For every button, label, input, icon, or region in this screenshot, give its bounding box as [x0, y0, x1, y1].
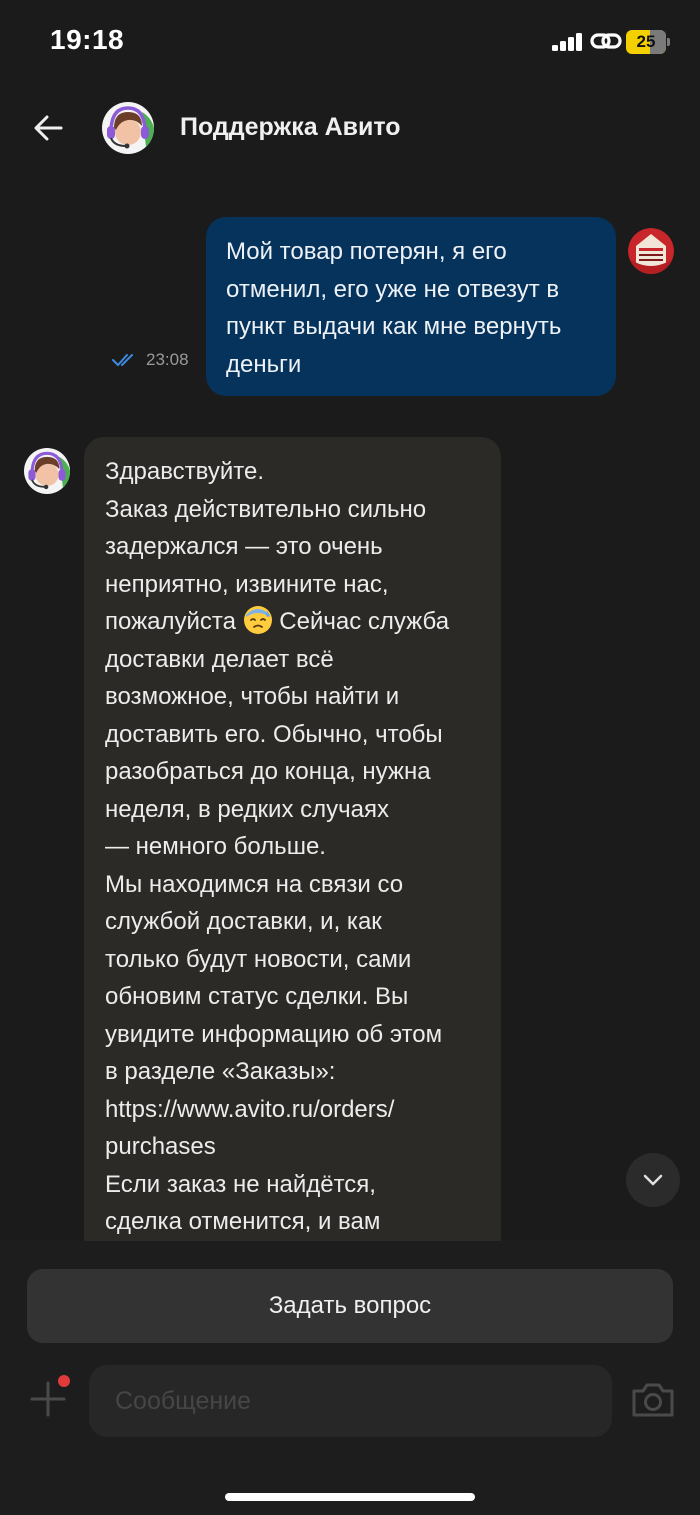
status-time: 19:18 — [50, 24, 125, 55]
support-agent-avatar-icon — [24, 448, 71, 494]
double-check-icon — [112, 354, 133, 366]
support-avatar-header[interactable] — [102, 102, 155, 154]
arrow-left-icon — [34, 115, 63, 141]
user-avatar[interactable] — [628, 228, 674, 274]
outgoing-message-bubble[interactable]: Мой товар потерян, я его отменил, его уж… — [206, 217, 616, 396]
battery-icon: 25 — [626, 30, 670, 54]
camera-icon — [632, 1383, 674, 1417]
support-agent-avatar-icon — [102, 102, 155, 154]
outgoing-message-meta: 23:08 — [112, 350, 189, 370]
notification-dot — [58, 1375, 70, 1387]
link-icon — [590, 30, 622, 52]
chat-title: Поддержка Авито — [180, 113, 401, 141]
incoming-message-text: Здравствуйте. Заказ действительно сильно… — [105, 453, 480, 1241]
outgoing-message-time: 23:08 — [146, 350, 189, 369]
incoming-message-bubble[interactable]: Здравствуйте. Заказ действительно сильно… — [84, 437, 501, 1277]
camera-button[interactable] — [630, 1381, 676, 1419]
incoming-text-part-2: Сейчас служба доставки делает всё возмож… — [105, 608, 450, 1235]
signal-icon — [552, 33, 584, 51]
scroll-down-button[interactable] — [626, 1153, 680, 1207]
support-avatar-message[interactable] — [24, 448, 71, 494]
status-bar: 19:18 25 — [0, 0, 700, 84]
outgoing-message-text: Мой товар потерян, я его отменил, его уж… — [226, 238, 562, 378]
user-avatar-icon — [628, 228, 674, 274]
back-button[interactable] — [28, 108, 68, 148]
chevron-down-icon — [643, 1174, 663, 1186]
home-indicator — [225, 1493, 475, 1501]
battery-level: 25 — [636, 32, 656, 51]
downcast-face-with-sweat-emoji-icon — [243, 606, 272, 634]
ask-question-button[interactable]: Задать вопрос — [27, 1269, 673, 1343]
bottom-panel: Задать вопрос — [0, 1241, 700, 1515]
message-input[interactable] — [89, 1365, 612, 1437]
